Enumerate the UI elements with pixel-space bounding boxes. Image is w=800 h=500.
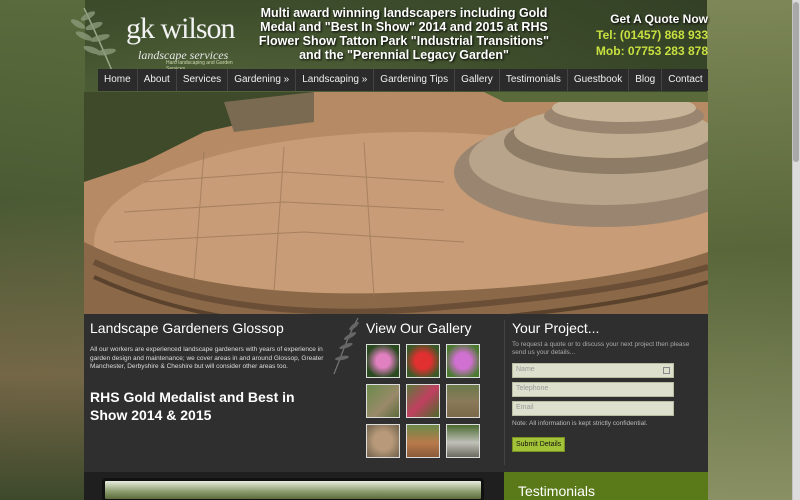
logo-name: gk wilson [126,12,236,45]
nav-testimonials[interactable]: Testimonials [500,69,568,91]
quote-box: Get A Quote Now Tel: (01457) 868 933 Mob… [574,12,708,58]
nav-gallery[interactable]: Gallery [455,69,500,91]
nav-services[interactable]: Services [177,69,229,91]
fern-icon [333,317,359,375]
email-field[interactable]: Email [512,401,674,416]
main-nav: Home About Services Gardening » Landscap… [98,69,708,91]
page-wrapper: gk wilson landscape services Hard landsc… [70,0,708,500]
gallery-thumb[interactable] [366,424,400,458]
project-title: Your Project... [512,320,600,336]
gallery-thumb[interactable] [406,424,440,458]
site-logo[interactable]: gk wilson landscape services Hard landsc… [70,7,246,81]
intro-title: Landscape Gardeners Glossop [90,320,284,336]
award-line: Multi award winning landscapers includin… [260,6,548,20]
bottom-section: Testimonials [84,472,708,500]
patio-illustration [84,92,708,314]
testimonials-title: Testimonials [518,483,596,499]
nav-blog[interactable]: Blog [629,69,663,91]
telephone-placeholder: Telephone [516,385,549,392]
project-intro: To request a quote or to discuss your ne… [512,341,690,356]
project-form: Your Project... To request a quote or to… [504,320,704,465]
gallery-thumb[interactable] [446,424,480,458]
gallery-thumb[interactable] [406,384,440,418]
gallery-thumb[interactable] [446,384,480,418]
award-line: Flower Show Tatton Park "Industrial Tran… [258,34,550,48]
nav-gardening-tips[interactable]: Gardening Tips [374,69,456,91]
telephone-field[interactable]: Telephone [512,382,674,397]
submit-button[interactable]: Submit Details [512,437,566,452]
nav-home[interactable]: Home [98,69,138,91]
scrollbar-thumb[interactable] [793,2,799,162]
background-foliage-right [707,0,792,500]
testimonials-box: Testimonials [504,472,708,500]
gallery-thumb[interactable] [366,384,400,418]
contact-card-icon [663,367,670,374]
award-line: and the "Perennial Legacy Garden" [299,48,509,62]
nav-about[interactable]: About [138,69,177,91]
phone-mob[interactable]: Mob: 07753 283 878 [574,44,708,58]
email-placeholder: Email [516,404,534,411]
gallery-thumb[interactable] [446,344,480,378]
award-banner: Multi award winning landscapers includin… [254,6,554,62]
gallery-thumbnails [366,344,484,458]
intro-text: All our workers are experienced landscap… [90,346,324,370]
garden-photo [102,478,484,500]
gallery-title: View Our Gallery [366,320,472,336]
medal-heading: RHS Gold Medalist and Best in Show 2014 … [90,388,295,423]
nav-gardening[interactable]: Gardening » [228,69,297,91]
nav-guestbook[interactable]: Guestbook [568,69,630,91]
name-field[interactable]: Name [512,363,674,378]
phone-tel[interactable]: Tel: (01457) 868 933 [574,28,708,42]
hero-image-patio [84,92,708,314]
page-scrollbar[interactable] [792,0,800,500]
nav-contact[interactable]: Contact [662,69,708,91]
quote-title: Get A Quote Now [610,12,708,26]
nav-landscaping[interactable]: Landscaping » [296,69,375,91]
gallery-thumb[interactable] [366,344,400,378]
gallery-thumb[interactable] [406,344,440,378]
content-panel: Landscape Gardeners Glossop All our work… [84,314,708,472]
name-placeholder: Name [516,366,535,373]
privacy-note: Note: All information is kept strictly c… [512,420,648,427]
intro-section: Landscape Gardeners Glossop All our work… [90,320,340,424]
gallery-section: View Our Gallery [366,320,484,458]
award-line: Medal and "Best In Show" 2014 and 2015 a… [260,20,548,34]
